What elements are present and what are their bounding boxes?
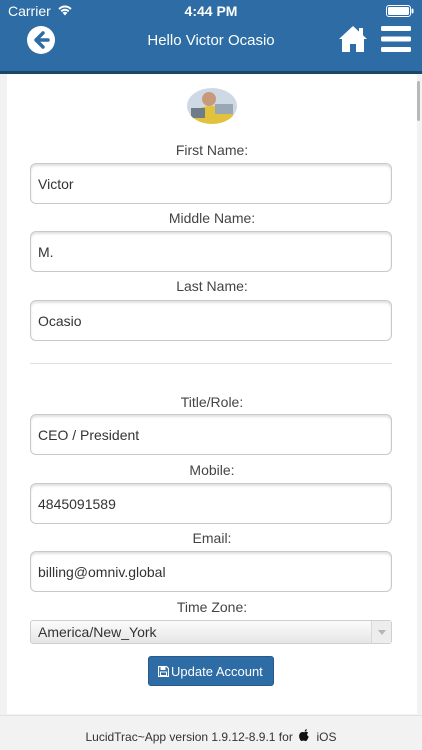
first-name-input[interactable]	[30, 163, 392, 204]
title-role-input[interactable]	[30, 414, 392, 455]
title-role-label: Title/Role:	[180, 394, 244, 410]
footer: LucidTrac~App version 1.9.12-8.9.1 for i…	[0, 715, 422, 750]
middle-name-label: Middle Name:	[168, 210, 256, 226]
save-icon	[158, 666, 169, 677]
account-card: First Name: Middle Name: Last Name: Titl…	[7, 74, 417, 714]
battery-icon	[386, 5, 414, 17]
last-name-label: Last Name:	[176, 278, 248, 294]
email-input[interactable]	[30, 551, 392, 592]
time-zone-select[interactable]: America/New_York	[30, 620, 392, 644]
middle-name-input[interactable]	[30, 231, 392, 272]
page-body: First Name: Middle Name: Last Name: Titl…	[0, 74, 422, 750]
update-account-label: Update Account	[171, 664, 263, 679]
email-label: Email:	[192, 530, 232, 546]
select-arrow	[371, 621, 391, 643]
update-account-button[interactable]: Update Account	[148, 656, 274, 686]
home-button[interactable]	[337, 24, 369, 54]
time-zone-value: America/New_York	[38, 624, 157, 640]
apple-icon	[299, 729, 309, 742]
first-name-label: First Name:	[175, 142, 249, 158]
scrollbar[interactable]	[417, 81, 420, 121]
menu-button[interactable]	[381, 25, 411, 53]
time-zone-label: Time Zone:	[176, 599, 248, 615]
nav-title: Hello Victor Ocasio	[147, 32, 275, 49]
footer-version: LucidTrac~App version 1.9.12-8.9.1 for i…	[0, 729, 422, 744]
section-divider	[30, 363, 392, 364]
mobile-label: Mobile:	[189, 462, 235, 478]
back-button[interactable]	[26, 25, 56, 55]
clock: 4:44 PM	[184, 3, 238, 19]
app-header: Carrier 4:44 PM Hello Victor Ocasio	[0, 0, 422, 74]
version-text: LucidTrac~App version 1.9.12-8.9.1 for	[85, 730, 293, 744]
mobile-input[interactable]	[30, 483, 392, 524]
avatar	[187, 88, 237, 124]
last-name-input[interactable]	[30, 300, 392, 341]
platform-label: iOS	[316, 730, 337, 744]
nav-bar: Hello Victor Ocasio	[0, 22, 422, 71]
clipped-heading-glyphs	[82, 74, 342, 80]
status-bar: Carrier 4:44 PM	[0, 0, 422, 22]
clipped-heading	[7, 74, 417, 86]
chevron-down-icon	[378, 630, 386, 635]
